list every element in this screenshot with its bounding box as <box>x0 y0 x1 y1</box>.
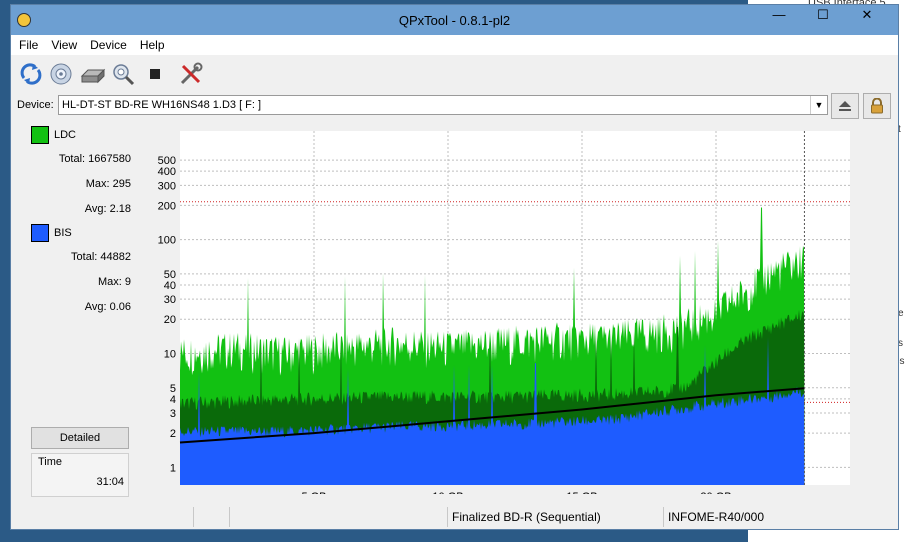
maximize-button[interactable]: ☐ <box>804 5 842 27</box>
menu-device[interactable]: Device <box>82 35 132 52</box>
status-pane-1 <box>13 507 193 527</box>
y-left-tick-label: 100 <box>158 235 176 247</box>
x-tick-label: 20 GB <box>700 491 731 494</box>
title-bar[interactable]: QPxTool - 0.8.1-pl2 — ☐ ✕ <box>11 5 898 35</box>
ldc-avg: Avg: 2.18 <box>84 203 131 215</box>
scan-icon[interactable] <box>109 60 137 88</box>
y-left-tick-label: 1 <box>170 462 176 474</box>
quality-chart-svg: 5 GB 10 GB 15 GB 20 GB 1 2 3 45 10 20 30 4050 100 200… <box>158 131 876 503</box>
y-left-tick-label: 3 <box>170 408 176 420</box>
ldc-label: LDC <box>54 129 77 141</box>
drive-icon[interactable] <box>79 60 107 88</box>
device-label: Device: <box>17 99 54 111</box>
eject-button[interactable] <box>831 93 859 119</box>
device-select-value: HL-DT-ST BD-RE WH16NS48 1.D3 [ F: ] <box>62 99 262 111</box>
device-row: Device: HL-DT-ST BD-RE WH16NS48 1.D3 [ F… <box>11 93 898 119</box>
time-value: 31:04 <box>96 476 124 488</box>
bis-color-swatch <box>31 224 49 242</box>
x-tick-label: 10 GB <box>432 491 463 494</box>
lock-icon <box>871 98 883 114</box>
media-id-status: INFOME-R40/000 <box>663 507 877 527</box>
chevron-down-icon[interactable]: ▼ <box>810 96 827 114</box>
bis-total: Total: 44882 <box>71 251 131 263</box>
quality-chart: 5 GB 10 GB 15 GB 20 GB 1 2 3 45 10 20 30 4050 100 200… <box>136 123 876 503</box>
bis-max: Max: 9 <box>97 276 131 288</box>
y-left-tick-label: 2 <box>170 428 176 440</box>
device-select[interactable]: HL-DT-ST BD-RE WH16NS48 1.D3 [ F: ] ▼ <box>58 95 828 115</box>
time-box: Time 31:04 <box>31 453 129 497</box>
y-left-tick-label: 50 <box>164 269 176 281</box>
disc-type-status: Finalized BD-R (Sequential) <box>447 507 663 527</box>
menu-bar: File View Device Help <box>11 35 898 55</box>
ldc-color-swatch <box>31 126 49 144</box>
status-pane-3 <box>229 507 447 527</box>
y-left-tick-label: 40 <box>164 280 176 292</box>
menu-file[interactable]: File <box>11 35 43 52</box>
y-left-tick-label: 500 <box>158 155 176 167</box>
status-pane-2 <box>193 507 229 527</box>
menu-view[interactable]: View <box>43 35 82 52</box>
toolbar <box>11 57 898 91</box>
x-tick-label: 15 GB <box>566 491 597 494</box>
eject-icon <box>839 101 851 111</box>
stats-panel: LDC Total: 1667580 Max: 295 Avg: 2.18 BI… <box>11 123 133 497</box>
y-left-tick-label: 20 <box>164 314 176 326</box>
x-tick-label: 5 GB <box>301 491 326 494</box>
y-left-tick-label: 4 <box>170 394 176 406</box>
y-left-tick-label: 30 <box>164 294 176 306</box>
y-left-tick-label: 300 <box>158 180 176 192</box>
disc-info-icon[interactable] <box>47 60 75 88</box>
y-left-tick-label: 10 <box>164 349 176 361</box>
ldc-max: Max: 295 <box>85 178 131 190</box>
time-label: Time <box>38 456 63 468</box>
bis-avg: Avg: 0.06 <box>84 301 131 313</box>
detailed-button[interactable]: Detailed <box>31 427 129 449</box>
menu-help[interactable]: Help <box>132 35 170 52</box>
bis-label: BIS <box>54 227 72 239</box>
y-left-tick-label: 200 <box>158 200 176 212</box>
lock-button[interactable] <box>863 93 891 119</box>
y-left-tick-label: 400 <box>158 166 176 178</box>
minimize-button[interactable]: — <box>760 5 798 27</box>
stop-icon[interactable] <box>141 60 169 88</box>
settings-tools-icon[interactable] <box>177 60 205 88</box>
refresh-icon[interactable] <box>17 60 45 88</box>
close-button[interactable]: ✕ <box>848 5 886 27</box>
y-left-tick-label: 5 <box>170 383 176 395</box>
ldc-total: Total: 1667580 <box>58 153 131 165</box>
qpxtool-window: QPxTool - 0.8.1-pl2 — ☐ ✕ File View Device… <box>10 4 899 530</box>
status-bar: Finalized BD-R (Sequential) INFOME-R40/0… <box>13 505 896 527</box>
